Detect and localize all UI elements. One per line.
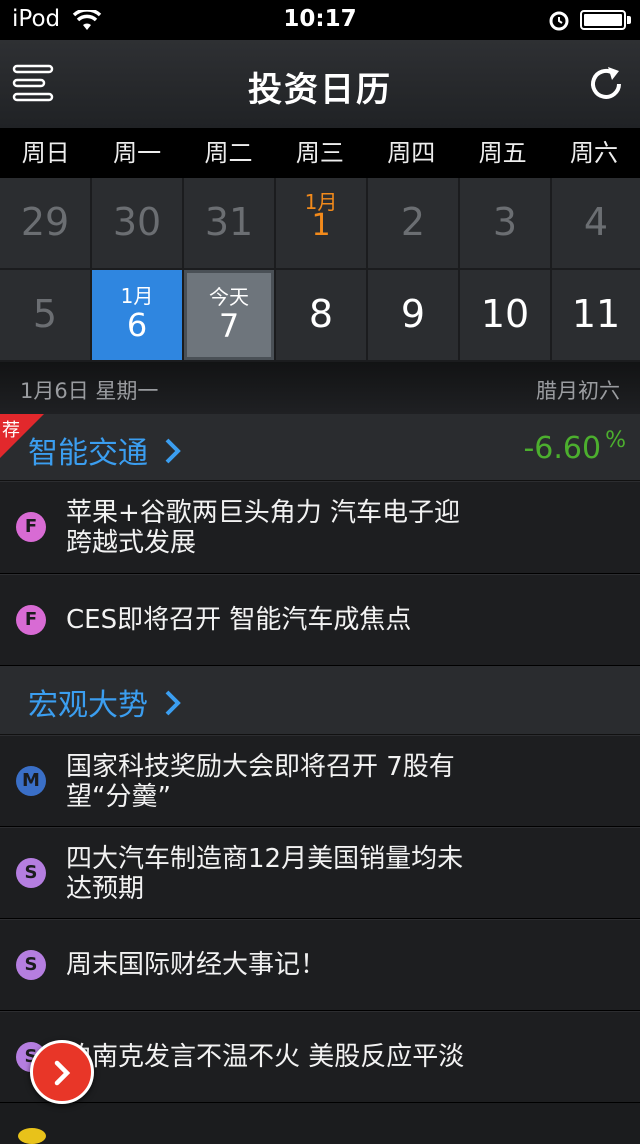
day-cell[interactable]: 29 — [0, 178, 90, 268]
item-title: 四大汽车制造商12月美国销量均未 达预期 — [66, 844, 464, 904]
section-title: 宏观大势 — [28, 680, 182, 724]
category-badge: F — [16, 512, 46, 542]
section-title: 智能交通 — [28, 428, 182, 472]
battery-tip — [627, 16, 631, 24]
chevron-right-icon — [54, 1060, 71, 1086]
chevron-right-icon — [165, 690, 181, 716]
date-bar: 1月6日 星期一 腊月初六 — [0, 362, 640, 414]
weekday-sun: 周日 — [21, 139, 70, 167]
day-number: 31 — [204, 200, 254, 244]
list-item[interactable]: S 周末国际财经大事记！ — [0, 919, 640, 1011]
list-item[interactable]: M 国家科技奖励大会即将召开 7股有 望“分羹” — [0, 735, 640, 827]
event-list: 荐 智能交通 -6.60% F 苹果+谷歌两巨头角力 汽车电子迎 跨越式发展 F … — [0, 414, 640, 1103]
category-badge: F — [16, 605, 46, 635]
day-cell[interactable]: 1月 1 — [276, 178, 366, 268]
lunar-date: 腊月初六 — [536, 379, 620, 403]
category-badge: S — [16, 950, 46, 980]
day-number: 9 — [400, 292, 426, 336]
day-number: 1 — [311, 208, 331, 243]
weekday-wed: 周三 — [295, 139, 344, 167]
weekday-tue: 周二 — [204, 139, 253, 167]
item-title: 国家科技奖励大会即将召开 7股有 望“分羹” — [66, 752, 455, 812]
day-number: 6 — [126, 306, 148, 344]
category-badge: M — [16, 766, 46, 796]
month-label: 1月 — [120, 284, 154, 308]
day-cell[interactable]: 5 — [0, 270, 90, 360]
day-cell-selected[interactable]: 1月 6 — [92, 270, 182, 360]
day-cell[interactable]: 8 — [276, 270, 366, 360]
selected-date: 1月6日 星期一 — [20, 379, 159, 403]
day-number: 7 — [218, 307, 240, 345]
item-title: 苹果+谷歌两巨头角力 汽车电子迎 跨越式发展 — [66, 498, 461, 558]
day-number: 3 — [492, 200, 518, 244]
ribbon-label: 荐 — [2, 420, 20, 441]
list-item[interactable]: F CES即将召开 智能汽车成焦点 — [0, 574, 640, 666]
day-cell[interactable]: 11 — [552, 270, 640, 360]
list-item-peek — [18, 1128, 46, 1144]
weekday-sat: 周六 — [570, 139, 619, 167]
day-number: 8 — [308, 292, 334, 336]
today-label: 今天 — [209, 285, 249, 309]
day-cell[interactable]: 9 — [368, 270, 458, 360]
day-number: 29 — [20, 200, 70, 244]
page-title: 投资日历 — [248, 70, 392, 110]
section-header[interactable]: 荐 智能交通 -6.60% — [0, 414, 640, 481]
item-title: 周末国际财经大事记！ — [66, 950, 327, 980]
day-cell[interactable]: 10 — [460, 270, 550, 360]
item-title: CES即将召开 智能汽车成焦点 — [66, 605, 412, 635]
weekday-mon: 周一 — [113, 139, 162, 167]
item-title: 伯南克发言不温不火 美股反应平淡 — [66, 1042, 465, 1072]
day-cell-today[interactable]: 今天 7 — [184, 270, 274, 360]
day-number: 30 — [112, 200, 162, 244]
day-cell[interactable]: 31 — [184, 178, 274, 268]
refresh-icon[interactable] — [586, 64, 626, 104]
day-number: 11 — [571, 292, 621, 336]
weekday-thu: 周四 — [387, 139, 436, 167]
clock: 10:17 — [283, 6, 357, 32]
section-header[interactable]: 宏观大势 — [0, 666, 640, 735]
list-item[interactable]: S 伯南克发言不温不火 美股反应平淡 — [0, 1011, 640, 1103]
status-bar: iPod 10:17 — [0, 0, 640, 40]
next-button[interactable] — [30, 1040, 94, 1104]
day-number: 2 — [400, 200, 426, 244]
category-badge: S — [16, 858, 46, 888]
day-number: 10 — [480, 292, 530, 336]
calendar-grid: 29 30 31 1月 1 2 3 4 5 1月 6 今天 7 8 9 10 1… — [0, 178, 640, 362]
day-cell[interactable]: 4 — [552, 178, 640, 268]
list-item[interactable]: F 苹果+谷歌两巨头角力 汽车电子迎 跨越式发展 — [0, 481, 640, 574]
nav-bar: 投资日历 — [0, 40, 640, 129]
list-item[interactable]: S 四大汽车制造商12月美国销量均未 达预期 — [0, 827, 640, 919]
day-cell[interactable]: 2 — [368, 178, 458, 268]
section-change: -6.60% — [523, 428, 626, 466]
alarm-icon — [549, 11, 569, 31]
day-cell[interactable]: 30 — [92, 178, 182, 268]
day-cell[interactable]: 3 — [460, 178, 550, 268]
chevron-right-icon — [165, 438, 181, 464]
weekday-header: 周日 周一 周二 周三 周四 周五 周六 — [0, 128, 640, 178]
battery-icon — [580, 10, 626, 30]
day-number: 5 — [32, 292, 58, 336]
day-number: 4 — [583, 200, 609, 244]
weekday-fri: 周五 — [478, 139, 527, 167]
